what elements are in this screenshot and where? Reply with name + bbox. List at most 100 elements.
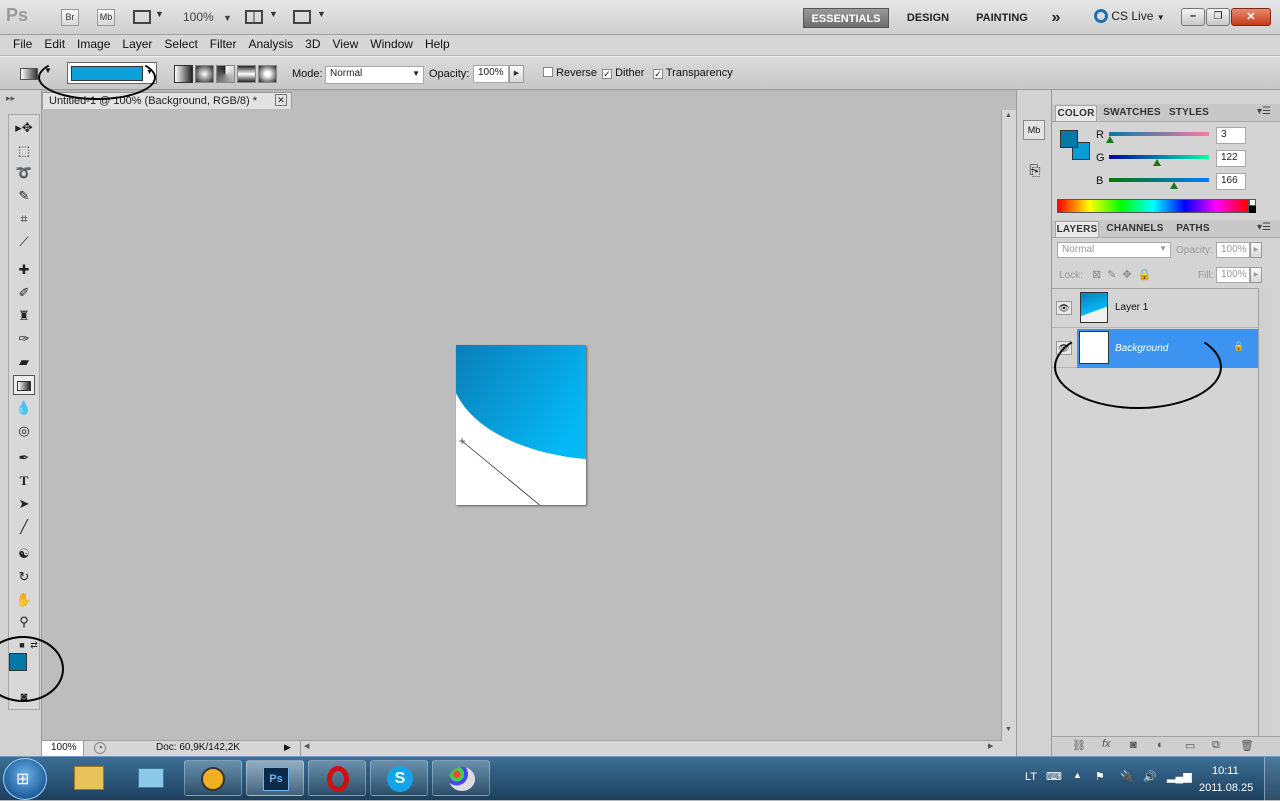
workspace-painting[interactable]: PAINTING [968,8,1036,28]
clone-stamp-tool-icon[interactable]: ♜ [13,306,35,326]
action-center-flag-icon[interactable]: ⚑ [1095,770,1105,783]
minimize-button[interactable]: – [1181,8,1205,26]
menu-window[interactable]: Window [364,35,419,51]
delete-layer-icon[interactable]: 🗑 [1240,739,1254,752]
tab-color[interactable]: COLOR [1055,105,1097,121]
path-selection-tool-icon[interactable]: ➤ [13,494,35,514]
layers-scrollbar[interactable] [1258,288,1272,752]
workspace-design[interactable]: DESIGN [897,8,959,28]
new-layer-icon[interactable]: ⧉ [1212,739,1220,752]
diamond-gradient-button[interactable] [258,65,277,83]
taskbar-explorer[interactable] [60,760,118,796]
healing-brush-tool-icon[interactable]: ✚ [13,260,35,280]
tab-paths[interactable]: PATHS [1170,221,1216,237]
fill-slider-button[interactable]: ▶ [1250,267,1262,283]
taskbar-paint[interactable] [432,760,490,796]
launch-minibridge-button[interactable]: Mb [97,9,115,26]
blur-tool-icon[interactable]: 💧 [13,398,35,418]
color-spectrum-bar[interactable] [1057,199,1249,213]
g-slider-thumb[interactable] [1152,159,1161,166]
taskbar-aimp[interactable] [184,760,242,796]
status-preview-icon[interactable]: ◔ [94,742,106,754]
clock-date[interactable]: 2011.08.25 [1199,782,1253,794]
history-brush-tool-icon[interactable]: ✑ [13,329,35,349]
menu-edit[interactable]: Edit [38,35,71,51]
start-button[interactable]: ⊞ [3,758,47,800]
show-hidden-icons-icon[interactable]: ▲ [1073,770,1082,780]
b-slider-track[interactable] [1109,178,1209,182]
color-panel-foreground[interactable] [1060,130,1078,148]
language-indicator[interactable]: LT [1025,771,1037,783]
angle-gradient-button[interactable] [216,65,235,83]
more-workspaces-button[interactable]: » [1044,8,1068,28]
taskbar-skype[interactable]: S [370,760,428,796]
scroll-down-icon[interactable]: ▼ [1005,726,1012,733]
view-extras-button[interactable]: ▼ [133,9,165,26]
clock-time[interactable]: 10:11 [1212,765,1239,777]
tab-layers[interactable]: LAYERS [1055,221,1099,237]
brush-tool-icon[interactable]: ✐ [13,283,35,303]
spectrum-black-swatch[interactable] [1249,206,1256,213]
spectrum-white-swatch[interactable] [1249,199,1256,206]
document-canvas[interactable] [456,345,586,505]
panel-menu-icon[interactable]: ▾☰ [1257,106,1271,117]
taskbar-opera[interactable] [308,760,366,796]
history-panel-icon[interactable]: ⎘ [1025,162,1045,182]
volume-icon[interactable]: 🔊 [1143,770,1157,783]
add-mask-icon[interactable]: ◙ [1130,739,1137,751]
3d-orbit-tool-icon[interactable]: ↻ [13,567,35,587]
status-menu-arrow-icon[interactable]: ▶ [284,742,291,753]
tab-styles[interactable]: STYLES [1168,105,1210,121]
network-signal-icon[interactable]: ▂▄▆ [1167,770,1192,783]
link-layers-icon[interactable]: ⛓ [1072,739,1086,752]
reverse-checkbox[interactable] [543,67,553,77]
dodge-tool-icon[interactable]: ◎ [13,421,35,441]
linear-gradient-button[interactable] [174,65,193,83]
layer-name[interactable]: Layer 1 [1115,302,1148,313]
menu-help[interactable]: Help [419,35,456,51]
blend-mode-dropdown[interactable]: Normal ▼ [1057,242,1171,258]
menu-filter[interactable]: Filter [204,35,243,51]
hand-tool-icon[interactable]: ✋ [13,590,35,610]
menu-view[interactable]: View [326,35,364,51]
pen-tool-icon[interactable]: ✒ [13,448,35,468]
transparency-checkbox[interactable]: ✓ [653,69,663,79]
opacity-field[interactable]: 100% [473,65,509,83]
power-icon[interactable]: 🔌 [1120,770,1134,783]
lasso-tool-icon[interactable]: ➰ [13,163,35,183]
workspace-essentials[interactable]: ESSENTIALS [803,8,889,28]
restore-button[interactable]: ❐ [1206,8,1230,26]
new-group-icon[interactable]: ▭ [1185,739,1195,752]
screen-mode-button[interactable]: ▼ [293,9,327,26]
zoom-tool-icon[interactable]: ⚲ [13,612,35,632]
move-tool-icon[interactable]: ▸✥ [13,118,35,138]
arrange-documents-button[interactable]: ▼ [245,9,279,26]
r-value-field[interactable]: 3 [1216,127,1246,144]
panel-menu-icon[interactable]: ▾☰ [1257,222,1271,233]
layer-row[interactable]: 👁 Layer 1 [1052,289,1258,328]
menu-file[interactable]: File [7,35,38,51]
collapse-panel-icon[interactable]: ▸▸ [6,93,15,104]
marquee-tool-icon[interactable]: ⬚ [13,141,35,161]
menu-3d[interactable]: 3D [299,35,326,51]
opacity-slider-button[interactable]: ▶ [509,65,524,83]
tab-swatches[interactable]: SWATCHES [1101,105,1163,121]
quick-selection-tool-icon[interactable]: ✎ [13,186,35,206]
launch-bridge-button[interactable]: Br [61,9,79,26]
reverse-option[interactable]: Reverse [543,67,597,79]
lock-icons[interactable]: ⊠✎✥🔒 [1092,268,1157,281]
reflected-gradient-button[interactable] [237,65,256,83]
menu-image[interactable]: Image [71,35,116,51]
layer-opacity-field[interactable]: 100% [1216,242,1250,258]
dither-option[interactable]: ✓ Dither [602,67,644,79]
3d-rotate-tool-icon[interactable]: ☯ [13,544,35,564]
mini-bridge-panel-icon[interactable]: Mb [1023,120,1045,140]
menu-select[interactable]: Select [158,35,203,51]
zoom-level-dropdown[interactable]: 100% ▼ [183,10,235,26]
scroll-up-icon[interactable]: ▲ [1005,112,1012,119]
g-value-field[interactable]: 122 [1216,150,1246,167]
crop-tool-icon[interactable]: ⌗ [13,209,35,229]
r-slider-track[interactable] [1109,132,1209,136]
gradient-tool-icon[interactable] [13,375,35,395]
close-document-icon[interactable]: ✕ [275,94,287,106]
